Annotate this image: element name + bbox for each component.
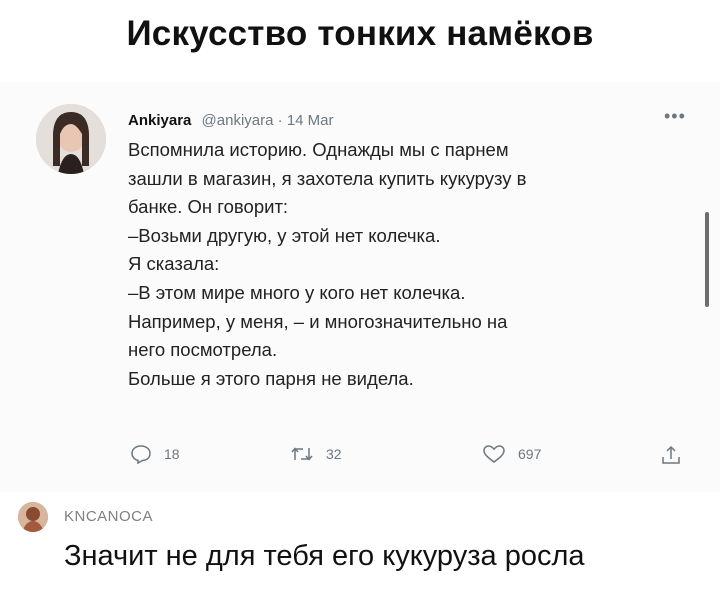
author-name[interactable]: Ankiyara [128,112,191,129]
page-title: Искусство тонких намёков [126,14,594,53]
tweet-line: –Возьми другую, у этой нет колечка. [128,224,441,246]
reply-button[interactable]: 18 [130,444,180,464]
reply-count: 18 [164,446,180,462]
retweet-count: 32 [326,446,342,462]
author-handle[interactable]: @ankiyara [202,112,274,129]
tweet-line: зашли в магазин, я захотела купить кукур… [128,167,527,189]
reply-icon [130,444,152,464]
share-icon [660,444,682,466]
tweet-text: Вспомнила историю. Однажды мы с парнем з… [128,136,708,393]
tweet-line: Например, у меня, – и многозначительно н… [128,310,508,332]
tweet-header: Ankiyara @ankiyara · 14 Mar [128,112,334,129]
like-button[interactable]: 697 [482,444,541,464]
tweet-line: Я сказала: [128,253,220,275]
comment-text: Значит не для тебя его кукуруза росла [64,540,585,572]
share-button[interactable] [660,444,682,466]
avatar[interactable] [36,104,106,174]
retweet-button[interactable]: 32 [290,444,342,464]
tweet-card: Ankiyara @ankiyara · 14 Mar ••• Вспомнил… [0,82,720,492]
comment-avatar[interactable] [18,502,48,532]
scrollbar[interactable] [705,212,709,307]
tweet-line: него посмотрела. [128,339,278,361]
comment: KNCANOCA Значит не для тебя его кукуруза… [0,496,720,601]
like-count: 697 [518,446,542,462]
tweet-line: Больше я этого парня не видела. [128,367,414,389]
tweet-date[interactable]: 14 Mar [287,112,334,129]
more-horizontal-icon[interactable]: ••• [664,106,686,127]
tweet-line: Вспомнила историю. Однажды мы с парнем [128,139,509,160]
tweet-line: –В этом мире много у кого нет колечка. [128,281,466,303]
comment-author[interactable]: KNCANOCA [64,508,153,525]
header-separator: · [277,112,283,129]
tweet-line: банке. Он говорит: [128,196,289,218]
retweet-icon [290,444,314,464]
heart-icon [482,444,506,464]
